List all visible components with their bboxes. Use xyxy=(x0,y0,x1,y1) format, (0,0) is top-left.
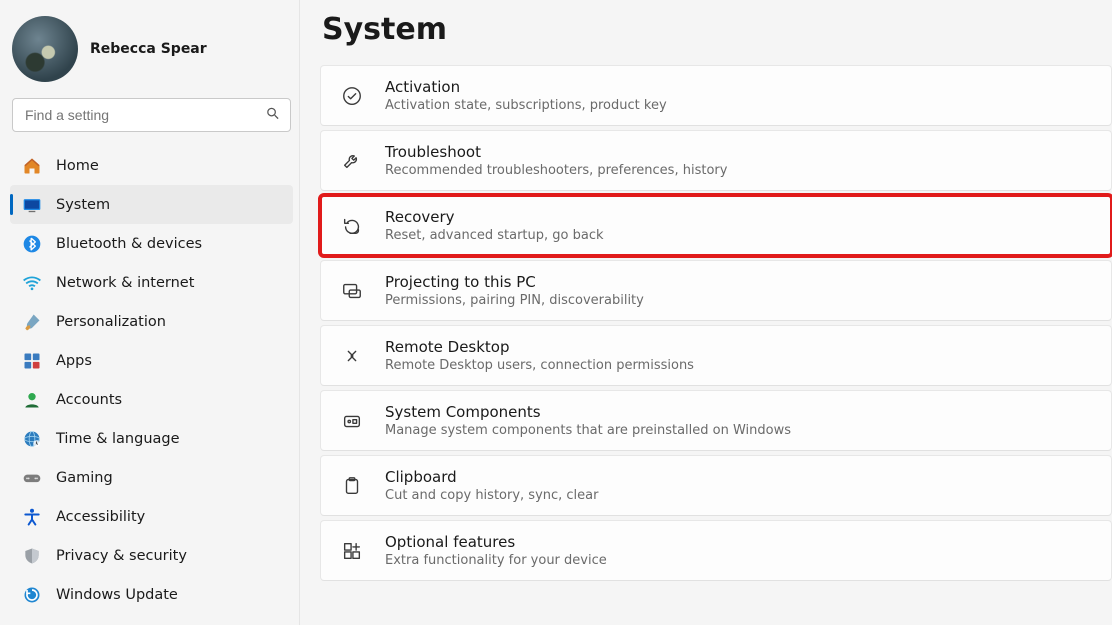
sidebar-item-label: Bluetooth & devices xyxy=(56,236,202,252)
main: System Activation Activation state, subs… xyxy=(300,0,1112,625)
bluetooth-icon xyxy=(22,234,42,254)
sidebar-item-system[interactable]: System xyxy=(10,185,293,224)
setting-clipboard[interactable]: Clipboard Cut and copy history, sync, cl… xyxy=(320,455,1112,516)
sidebar-item-gaming[interactable]: Gaming xyxy=(10,459,293,498)
sidebar-item-apps[interactable]: Apps xyxy=(10,341,293,380)
user-block[interactable]: Rebecca Spear xyxy=(10,10,293,98)
apps-icon xyxy=(22,351,42,371)
setting-subtitle: Extra functionality for your device xyxy=(385,553,607,568)
person-icon xyxy=(22,390,42,410)
setting-optional-features[interactable]: Optional features Extra functionality fo… xyxy=(320,520,1112,581)
sidebar-item-accounts[interactable]: Accounts xyxy=(10,380,293,419)
sidebar-item-label: Accounts xyxy=(56,392,122,408)
check-icon xyxy=(339,83,365,109)
sidebar-item-bluetooth-devices[interactable]: Bluetooth & devices xyxy=(10,224,293,263)
setting-title: System Components xyxy=(385,403,791,421)
sidebar-item-label: Apps xyxy=(56,353,92,369)
setting-subtitle: Activation state, subscriptions, product… xyxy=(385,98,667,113)
sidebar-item-label: Windows Update xyxy=(56,587,178,603)
setting-subtitle: Cut and copy history, sync, clear xyxy=(385,488,598,503)
avatar xyxy=(12,16,78,82)
brush-icon xyxy=(22,312,42,332)
setting-projecting-to-this-pc[interactable]: Projecting to this PC Permissions, pairi… xyxy=(320,260,1112,321)
search-icon xyxy=(265,106,280,125)
sidebar-item-label: Gaming xyxy=(56,470,113,486)
page-title: System xyxy=(322,12,1112,47)
sidebar-nav: Home System Bluetooth & devices Network … xyxy=(10,146,293,615)
sidebar-item-label: Accessibility xyxy=(56,509,145,525)
setting-subtitle: Remote Desktop users, connection permiss… xyxy=(385,358,694,373)
sidebar: Rebecca Spear Home System Bluetooth & de… xyxy=(0,0,300,625)
setting-title: Clipboard xyxy=(385,468,598,486)
setting-title: Projecting to this PC xyxy=(385,273,644,291)
setting-activation[interactable]: Activation Activation state, subscriptio… xyxy=(320,65,1112,126)
gamepad-icon xyxy=(22,468,42,488)
sidebar-item-label: Network & internet xyxy=(56,275,194,291)
setting-troubleshoot[interactable]: Troubleshoot Recommended troubleshooters… xyxy=(320,130,1112,191)
setting-title: Optional features xyxy=(385,533,607,551)
setting-subtitle: Recommended troubleshooters, preferences… xyxy=(385,163,727,178)
setting-title: Troubleshoot xyxy=(385,143,727,161)
globe-icon xyxy=(22,429,42,449)
clipboard-icon xyxy=(339,473,365,499)
sidebar-item-time-language[interactable]: Time & language xyxy=(10,420,293,459)
features-icon xyxy=(339,538,365,564)
project-icon xyxy=(339,278,365,304)
setting-recovery[interactable]: Recovery Reset, advanced startup, go bac… xyxy=(320,195,1112,256)
setting-title: Recovery xyxy=(385,208,604,226)
sidebar-item-label: Privacy & security xyxy=(56,548,187,564)
update-icon xyxy=(22,585,42,605)
sidebar-item-label: System xyxy=(56,197,110,213)
setting-title: Activation xyxy=(385,78,667,96)
sidebar-item-network-internet[interactable]: Network & internet xyxy=(10,263,293,302)
accessibility-icon xyxy=(22,507,42,527)
sidebar-item-label: Home xyxy=(56,158,99,174)
home-icon xyxy=(22,156,42,176)
setting-subtitle: Reset, advanced startup, go back xyxy=(385,228,604,243)
remote-icon xyxy=(339,343,365,369)
system-icon xyxy=(22,195,42,215)
sidebar-item-label: Personalization xyxy=(56,314,166,330)
sidebar-item-accessibility[interactable]: Accessibility xyxy=(10,498,293,537)
sidebar-item-personalization[interactable]: Personalization xyxy=(10,302,293,341)
sidebar-item-privacy-security[interactable]: Privacy & security xyxy=(10,537,293,576)
setting-system-components[interactable]: System Components Manage system componen… xyxy=(320,390,1112,451)
recovery-icon xyxy=(339,213,365,239)
setting-subtitle: Permissions, pairing PIN, discoverabilit… xyxy=(385,293,644,308)
setting-remote-desktop[interactable]: Remote Desktop Remote Desktop users, con… xyxy=(320,325,1112,386)
wrench-icon xyxy=(339,148,365,174)
search-input[interactable] xyxy=(13,107,290,123)
settings-list: Activation Activation state, subscriptio… xyxy=(320,65,1112,581)
sidebar-item-windows-update[interactable]: Windows Update xyxy=(10,576,293,615)
sidebar-item-home[interactable]: Home xyxy=(10,146,293,185)
sidebar-item-label: Time & language xyxy=(56,431,180,447)
components-icon xyxy=(339,408,365,434)
wifi-icon xyxy=(22,273,42,293)
setting-subtitle: Manage system components that are preins… xyxy=(385,423,791,438)
setting-title: Remote Desktop xyxy=(385,338,694,356)
search-box[interactable] xyxy=(12,98,291,132)
shield-icon xyxy=(22,546,42,566)
user-name: Rebecca Spear xyxy=(90,41,207,57)
